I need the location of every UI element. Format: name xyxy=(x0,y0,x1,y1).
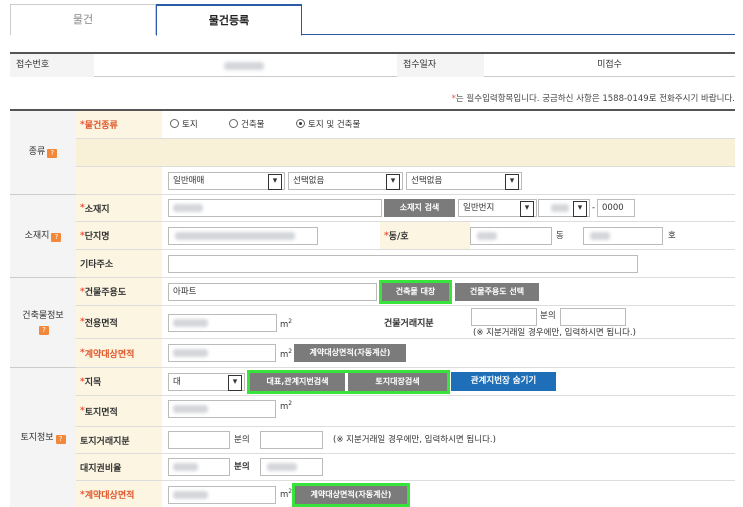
category-kind: 종류? xyxy=(10,111,76,195)
kind-spacer-row xyxy=(76,139,735,167)
item-form: 종류? 소재지? 건축물정보? 토지정보? 물건종류 토지 건축물 토지 및 건… xyxy=(10,109,735,507)
address-input[interactable] xyxy=(168,199,382,217)
kind-row: 물건종류 토지 건축물 토지 및 건축물 xyxy=(76,111,735,139)
land-share-label: 토지거래지분 xyxy=(76,427,162,453)
building-share-label: 건물거래지분 xyxy=(380,306,470,338)
exclusive-area-label: 전용면적 xyxy=(76,306,162,338)
category-building: 건축물정보? xyxy=(10,278,76,368)
building-use-input[interactable]: 아파트 xyxy=(168,283,377,301)
receipt-no-value xyxy=(94,54,397,77)
receipt-date-label: 접수일자 xyxy=(397,54,484,77)
tab-item-register[interactable]: 물건등록 xyxy=(156,4,302,36)
land-area-label: 토지면적 xyxy=(76,396,162,426)
building-use-label: 건물주용도 xyxy=(76,278,162,305)
dong-ho-label: 동/호 xyxy=(380,222,470,249)
land-ratio-denominator[interactable] xyxy=(168,458,230,476)
jimok-row: 지목 대 대표,관계지번검색 토지대장검색 관계지번장 숨기기 xyxy=(76,368,735,396)
jimok-label: 지목 xyxy=(76,368,162,395)
building-share-hint: (※ 지분거래일 경우에만, 입력하시면 됩니다.) xyxy=(473,328,636,338)
kind-select-row: 일반매매 선택없음 선택없음 xyxy=(76,167,735,195)
category-location: 소재지? xyxy=(10,195,76,278)
land-share-numerator[interactable] xyxy=(260,431,323,449)
dong-input[interactable] xyxy=(470,227,552,245)
help-icon[interactable]: ? xyxy=(47,149,58,158)
lot-main-select[interactable] xyxy=(538,199,590,217)
tab-bar: 물건 물건등록 xyxy=(10,4,735,36)
land-area-row: 토지면적 m2 xyxy=(76,396,735,427)
receipt-date-value: 미접수 xyxy=(597,60,622,70)
etc-address-row: 기타주소 xyxy=(76,250,735,278)
etc-address-label: 기타주소 xyxy=(76,250,162,277)
lot-sub-input[interactable]: 0000 xyxy=(597,199,635,217)
complex-label: 단지명 xyxy=(76,222,162,249)
sub-type-select-1[interactable]: 선택없음 xyxy=(288,172,403,190)
hide-related-lots-button[interactable]: 관계지번장 숨기기 xyxy=(451,372,556,391)
complex-row: 단지명 동/호 동 호 xyxy=(76,222,735,250)
building-ledger-button[interactable]: 건축물 대장 xyxy=(382,283,449,301)
receipt-row: 접수번호 접수일자 미접수 xyxy=(10,52,735,77)
help-icon[interactable]: ? xyxy=(39,325,49,335)
land-right-ratio-label: 대지권비율 xyxy=(76,454,162,480)
exclusive-area-input[interactable] xyxy=(168,314,277,332)
sub-type-select-2[interactable]: 선택없음 xyxy=(406,172,522,190)
land-ratio-numerator[interactable] xyxy=(260,458,323,476)
address-row: 소재지 소재지 검색 일반번지 - 0000 xyxy=(76,195,735,222)
building-share-numerator[interactable] xyxy=(560,308,626,326)
land-area-input[interactable] xyxy=(168,400,276,418)
land-right-ratio-row: 대지권비율 분의 xyxy=(76,454,735,481)
trade-type-select[interactable]: 일반매매 xyxy=(168,172,285,190)
building-auto-calc-button[interactable]: 계약대상면적(자동계산) xyxy=(294,344,406,362)
rep-lot-search-button[interactable]: 대표,관계지번검색 xyxy=(250,373,345,391)
land-ledger-search-button[interactable]: 토지대장검색 xyxy=(348,373,447,391)
land-contract-area-row: 계약대상면적 m2 계약대상면적(자동계산) xyxy=(76,481,735,507)
land-contract-area-label: 계약대상면적 xyxy=(76,481,162,507)
building-contract-area-label: 계약대상면적 xyxy=(76,339,162,367)
tab-items[interactable]: 물건 xyxy=(10,4,156,35)
land-share-denominator[interactable] xyxy=(168,431,230,449)
help-icon[interactable]: ? xyxy=(55,434,66,444)
ho-input[interactable] xyxy=(583,227,663,245)
category-land: 토지정보? xyxy=(10,368,76,507)
required-note: *는 필수입력항목입니다. 궁금하신 사항은 1588-0149로 전화주시기 … xyxy=(451,94,735,104)
land-share-row: 토지거래지분 분의 (※ 지분거래일 경우에만, 입력하시면 됩니다.) xyxy=(76,427,735,454)
etc-address-input[interactable] xyxy=(168,255,638,273)
building-share-denominator[interactable] xyxy=(471,308,537,326)
exclusive-area-row: 전용면적 m2 건물거래지분 분의 (※ 지분거래일 경우에만, 입력하시면 됩… xyxy=(76,306,735,339)
address-search-button[interactable]: 소재지 검색 xyxy=(384,199,455,217)
land-contract-area-input[interactable] xyxy=(168,486,276,504)
receipt-no-label: 접수번호 xyxy=(10,54,94,77)
building-use-row: 건물주용도 아파트 건축물 대장 건물주용도 선택 xyxy=(76,278,735,306)
lot-type-select[interactable]: 일반번지 xyxy=(458,199,537,217)
kind-radio-building[interactable]: 건축물 xyxy=(229,119,264,131)
address-label: 소재지 xyxy=(76,195,162,221)
land-share-hint: (※ 지분거래일 경우에만, 입력하시면 됩니다.) xyxy=(333,435,496,445)
land-auto-calc-button[interactable]: 계약대상면적(자동계산) xyxy=(295,486,407,504)
kind-radio-land-building[interactable]: 토지 및 건축물 xyxy=(296,119,360,131)
building-contract-area-input[interactable] xyxy=(168,344,276,362)
building-contract-area-row: 계약대상면적 m2 계약대상면적(자동계산) xyxy=(76,339,735,368)
jimok-select[interactable]: 대 xyxy=(168,373,245,391)
kind-radio-land[interactable]: 토지 xyxy=(170,119,198,131)
complex-input[interactable] xyxy=(168,227,318,245)
help-icon[interactable]: ? xyxy=(51,232,62,242)
kind-label: 물건종류 xyxy=(76,111,162,138)
building-use-select-button[interactable]: 건물주용도 선택 xyxy=(455,283,539,301)
